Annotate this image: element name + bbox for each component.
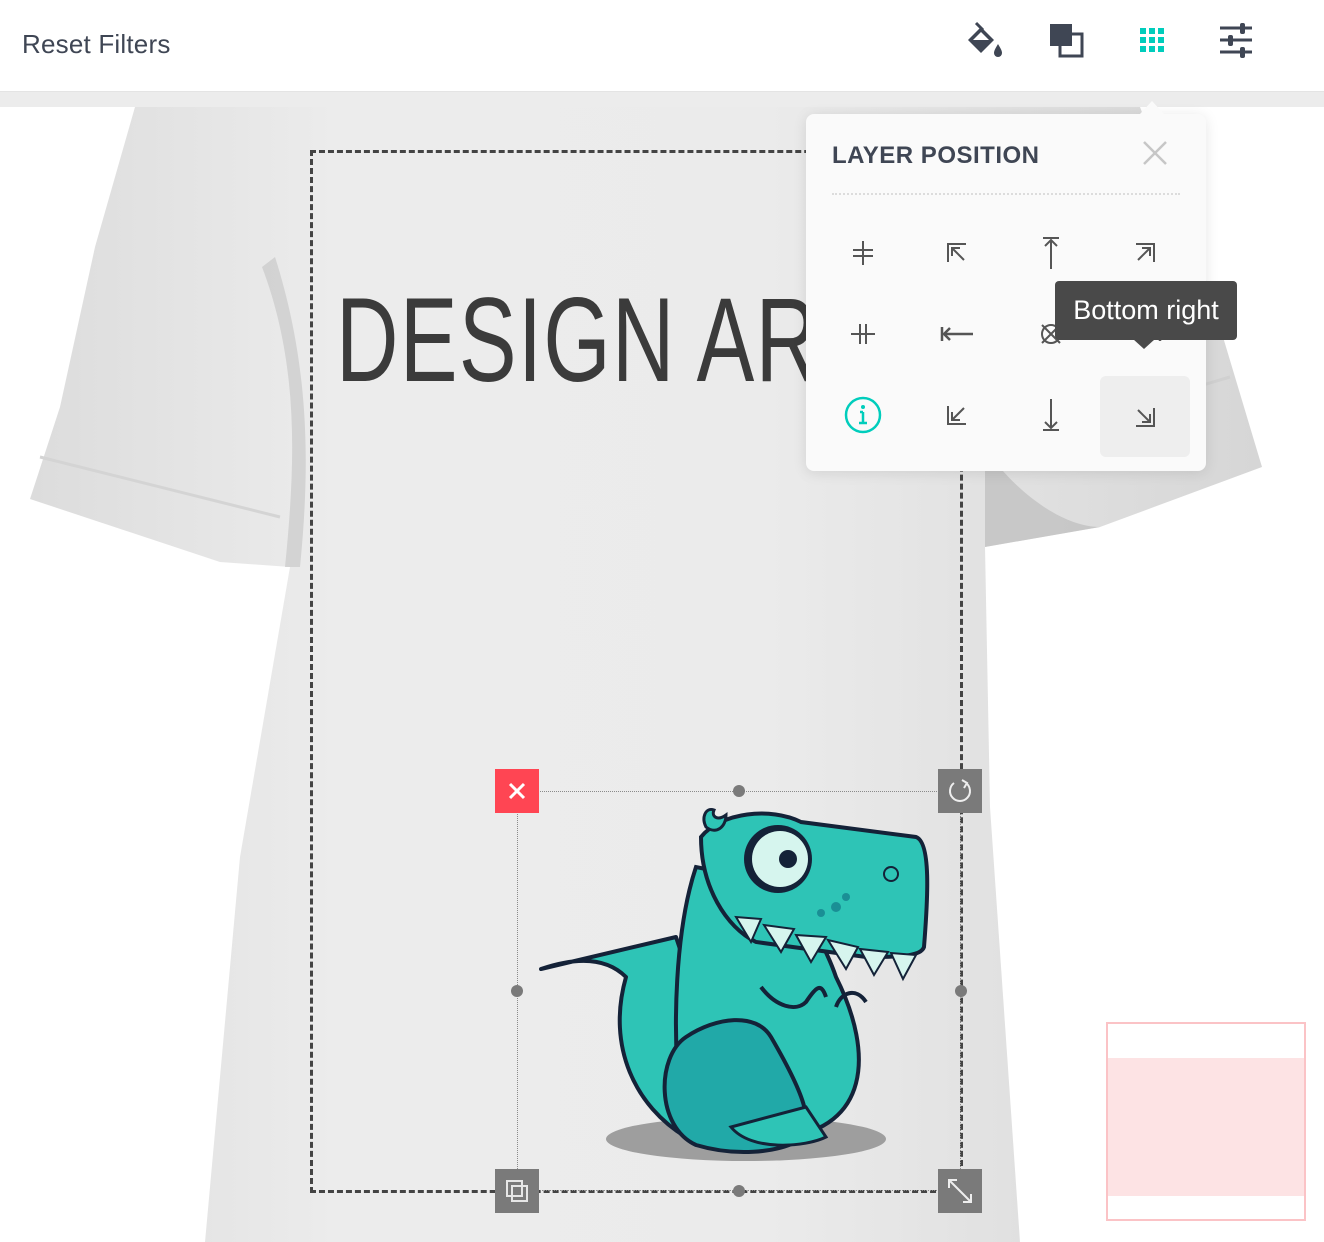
align-center-vertical-icon (851, 323, 875, 344)
resize-handle-right[interactable] (955, 985, 967, 997)
resize-handle-left[interactable] (511, 985, 523, 997)
position-center-horizontal[interactable] (816, 212, 910, 293)
resize-handle-bottom[interactable] (733, 1185, 745, 1197)
dinosaur-image-layer[interactable] (536, 807, 936, 1167)
fill-color-button[interactable] (962, 18, 1006, 62)
align-center-horizontal-icon (853, 240, 873, 265)
mini-preview-viewport (1108, 1058, 1304, 1196)
position-info[interactable] (816, 374, 910, 455)
popover-divider (832, 193, 1180, 195)
close-icon (1143, 141, 1167, 165)
rotate-layer-button[interactable] (938, 769, 982, 813)
arrow-top-right-icon (1136, 242, 1155, 262)
reset-filters-button[interactable]: Reset Filters (22, 29, 171, 60)
position-bottom-center[interactable] (1004, 374, 1098, 455)
resize-handle-top[interactable] (733, 785, 745, 797)
resize-icon (948, 1179, 972, 1203)
position-bottom-right[interactable] (1100, 376, 1190, 457)
popover-caret (1140, 101, 1164, 114)
tooltip-arrow (1133, 339, 1155, 349)
popover-close-button[interactable] (1140, 138, 1170, 168)
layers-icon (1050, 24, 1084, 58)
layer-position-button[interactable] (1130, 18, 1174, 62)
top-toolbar: Reset Filters (0, 0, 1324, 92)
delete-layer-button[interactable] (495, 769, 539, 813)
text-layer[interactable]: DESIGN AR (336, 270, 819, 410)
rotate-icon (949, 779, 971, 802)
info-icon (844, 396, 882, 433)
position-center-vertical[interactable] (816, 293, 910, 374)
duplicate-icon (506, 1180, 528, 1202)
sliders-icon (1220, 23, 1252, 58)
popover-title: LAYER POSITION (832, 142, 1040, 169)
arrange-layers-button[interactable] (1044, 18, 1088, 62)
position-bottom-left[interactable] (910, 374, 1004, 455)
position-top-left[interactable] (910, 212, 1004, 293)
scale-layer-button[interactable] (938, 1169, 982, 1213)
arrow-bottom-icon (1043, 398, 1059, 431)
filters-button[interactable] (1214, 18, 1258, 62)
close-icon (508, 782, 526, 800)
paint-bucket-icon (968, 21, 1002, 57)
position-middle-left[interactable] (910, 293, 1004, 374)
position-tooltip: Bottom right (1055, 281, 1237, 340)
toolbar-divider (0, 92, 1324, 107)
arrow-top-icon (1043, 236, 1059, 269)
arrow-bottom-right-icon (1136, 407, 1155, 427)
arrow-bottom-left-icon (947, 405, 966, 425)
grid-icon (1140, 28, 1164, 52)
arrow-top-left-icon (947, 242, 966, 262)
mini-preview-thumbnail[interactable] (1106, 1022, 1306, 1221)
arrow-left-icon (940, 326, 973, 341)
duplicate-layer-button[interactable] (495, 1169, 539, 1213)
